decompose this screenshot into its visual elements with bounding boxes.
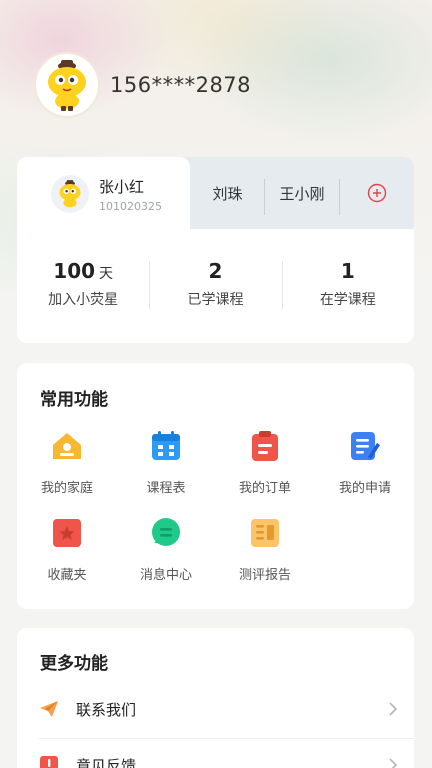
calendar-icon: [149, 429, 183, 463]
my-family-button[interactable]: 我的家庭: [19, 429, 115, 496]
application-icon: [348, 429, 382, 463]
avatar[interactable]: [34, 52, 100, 118]
grid-item-label: 我的订单: [238, 481, 291, 496]
mascot-avatar-icon: [59, 180, 81, 208]
favorites-icon: [50, 516, 84, 550]
common-functions-card: 常用功能 我的家庭 课程表 我的订单 我的申请 收藏夹 消息中心 测评报告: [17, 363, 414, 609]
user-profile[interactable]: 156****2878: [34, 52, 251, 118]
favorites-button[interactable]: 收藏夹: [19, 516, 115, 583]
add-child-button[interactable]: [340, 157, 414, 229]
grid-item-label: 消息中心: [139, 568, 192, 583]
message-center-button[interactable]: 消息中心: [118, 516, 214, 583]
tab-child-liuzhu[interactable]: 刘珠: [191, 157, 264, 229]
child-avatar: [51, 175, 89, 213]
stat-label: 在学课程: [319, 292, 376, 308]
grid-item-label: 收藏夹: [47, 568, 87, 583]
my-orders-button[interactable]: 我的订单: [217, 429, 313, 496]
assessment-report-button[interactable]: 测评报告: [217, 516, 313, 583]
stat-label: 加入小荧星: [48, 292, 119, 308]
tab-child-active[interactable]: 张小红 101020325: [17, 157, 190, 231]
feedback-icon: [39, 755, 59, 768]
mascot-avatar-icon: [48, 60, 86, 111]
stat-days: 100 天 加入小荧星: [17, 249, 149, 319]
grid-item-label: 我的家庭: [40, 481, 93, 496]
plus-circle-icon: [367, 183, 387, 203]
phone-number: 156****2878: [110, 73, 252, 97]
row-label: 联系我们: [76, 700, 137, 719]
section-title: 更多功能: [40, 654, 108, 674]
report-icon: [248, 516, 282, 550]
grid-item-label: 测评报告: [238, 568, 291, 583]
contact-us-row[interactable]: 联系我们: [17, 683, 414, 735]
course-schedule-button[interactable]: 课程表: [118, 429, 214, 496]
stat-value: 1: [340, 259, 355, 283]
paper-plane-icon: [39, 699, 59, 719]
stat-value: 100: [53, 259, 96, 283]
section-title: 常用功能: [40, 390, 108, 410]
feedback-row[interactable]: 意见反馈: [17, 739, 414, 768]
message-icon: [149, 516, 183, 550]
child-id: 101020325: [99, 199, 162, 213]
home-icon: [50, 429, 84, 463]
stat-courses-learned[interactable]: 2 已学课程: [149, 249, 281, 319]
stat-courses-learning[interactable]: 1 在学课程: [281, 249, 414, 319]
order-icon: [248, 429, 282, 463]
chevron-right-icon: [389, 702, 398, 716]
more-functions-card: 更多功能 联系我们 意见反馈: [17, 628, 414, 768]
my-applications-button[interactable]: 我的申请: [317, 429, 413, 496]
row-label: 意见反馈: [76, 756, 137, 768]
chevron-right-icon: [389, 758, 398, 768]
grid-item-label: 课程表: [146, 481, 186, 496]
child-stats: 100 天 加入小荧星 2 已学课程 1 在学课程: [17, 249, 414, 319]
stat-value: 2: [208, 259, 223, 283]
stat-label: 已学课程: [187, 292, 244, 308]
tab-child-wangxiaogang[interactable]: 王小刚: [265, 157, 339, 229]
stat-unit: 天: [99, 266, 114, 282]
children-card: 张小红 101020325 刘珠 王小刚 100 天 加入小荧星 2 已学课程 1…: [17, 157, 414, 343]
child-name: 张小红: [99, 177, 145, 196]
grid-item-label: 我的申请: [338, 481, 391, 496]
